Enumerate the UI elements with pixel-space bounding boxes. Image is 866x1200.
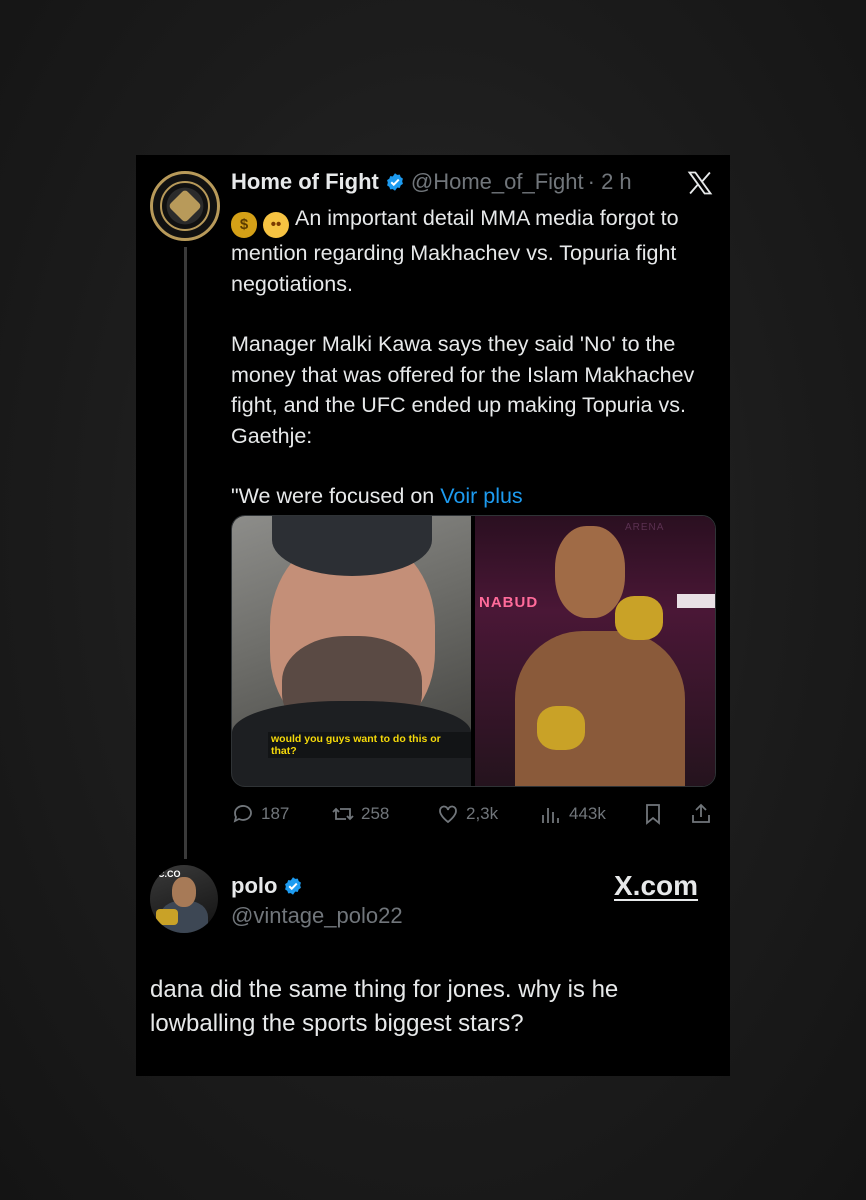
banner-text: NABUD [479,594,539,611]
paragraph-intro: $ •• An important detail MMA media forgot … [231,203,721,299]
banner-tag [677,594,715,608]
repost-count: 258 [361,804,390,823]
fighter-torso [515,631,685,786]
avatar-belt [156,909,178,925]
bookmark-action[interactable] [641,802,671,826]
avatar-badge-text: C.CO [158,869,181,879]
like-count: 2,3k [466,804,499,823]
media-image-manager[interactable]: would you guys want to do this or that? [232,516,471,786]
heart-icon [439,805,457,824]
verified-badge-icon [285,877,302,895]
share-action[interactable] [689,802,719,826]
views-count: 443k [569,804,606,823]
like-action[interactable]: 2,3k [436,802,498,826]
repost-icon [332,807,354,821]
reply-author-name[interactable]: polo [231,873,277,899]
video-subtitle: would you guys want to do this or that? [268,732,471,758]
fighter-glove-right [615,596,663,640]
reply-icon [233,805,252,823]
avatar-head [172,877,196,907]
paragraph-3-wrap: "We were focused on Voir plus [231,481,721,512]
reply-author-handle[interactable]: @vintage_polo22 [231,903,403,929]
reply-action[interactable]: 187 [231,802,289,826]
media-image-fighter[interactable]: ARENA NABUD [475,516,715,786]
tweet-header: Home of Fight @Home_of_Fight · 2 h [231,169,632,195]
views-action[interactable]: 443k [539,802,606,826]
action-bar: 187 258 2,3k 443k [231,802,721,826]
reply-count: 187 [261,804,290,823]
reply-author-row: polo [231,873,309,899]
logo-core [168,189,202,223]
views-icon [542,808,559,823]
thread-line [184,247,187,859]
money-bag-icon: $ [231,212,257,238]
x-com-watermark[interactable]: X.com [614,870,698,902]
paragraph-2: Manager Malki Kawa says they said 'No' t… [231,332,695,448]
tweet-media[interactable]: would you guys want to do this or that? … [231,515,716,787]
paragraph-1: An important detail MMA media forgot to … [231,206,679,296]
x-logo-icon[interactable] [686,169,714,197]
repost-action[interactable]: 258 [331,802,389,826]
logo-ring [160,181,210,231]
polo-avatar[interactable]: C.CO [150,865,218,933]
post-card: Home of Fight @Home_of_Fight · 2 h $ •• An… [136,155,730,1076]
reply-text: dana did the same thing for jones. why i… [150,976,619,1037]
fighter-glove-left [537,706,585,750]
arena-text: ARENA [625,522,665,533]
verified-badge-icon [386,173,403,191]
flushed-face-icon: •• [263,212,289,238]
fighter-head [555,526,625,618]
bookmark-icon [646,804,660,825]
tweet-time[interactable]: · 2 h [588,169,632,195]
author-handle[interactable]: @Home_of_Fight [411,169,584,195]
author-name[interactable]: Home of Fight [231,169,379,195]
home-of-fight-avatar[interactable] [150,171,220,241]
paragraph-3: "We were focused on [231,484,435,508]
tweet-text: $ •• An important detail MMA media forgot … [231,203,721,512]
share-icon [692,803,710,823]
see-more-link[interactable]: Voir plus [440,484,522,508]
